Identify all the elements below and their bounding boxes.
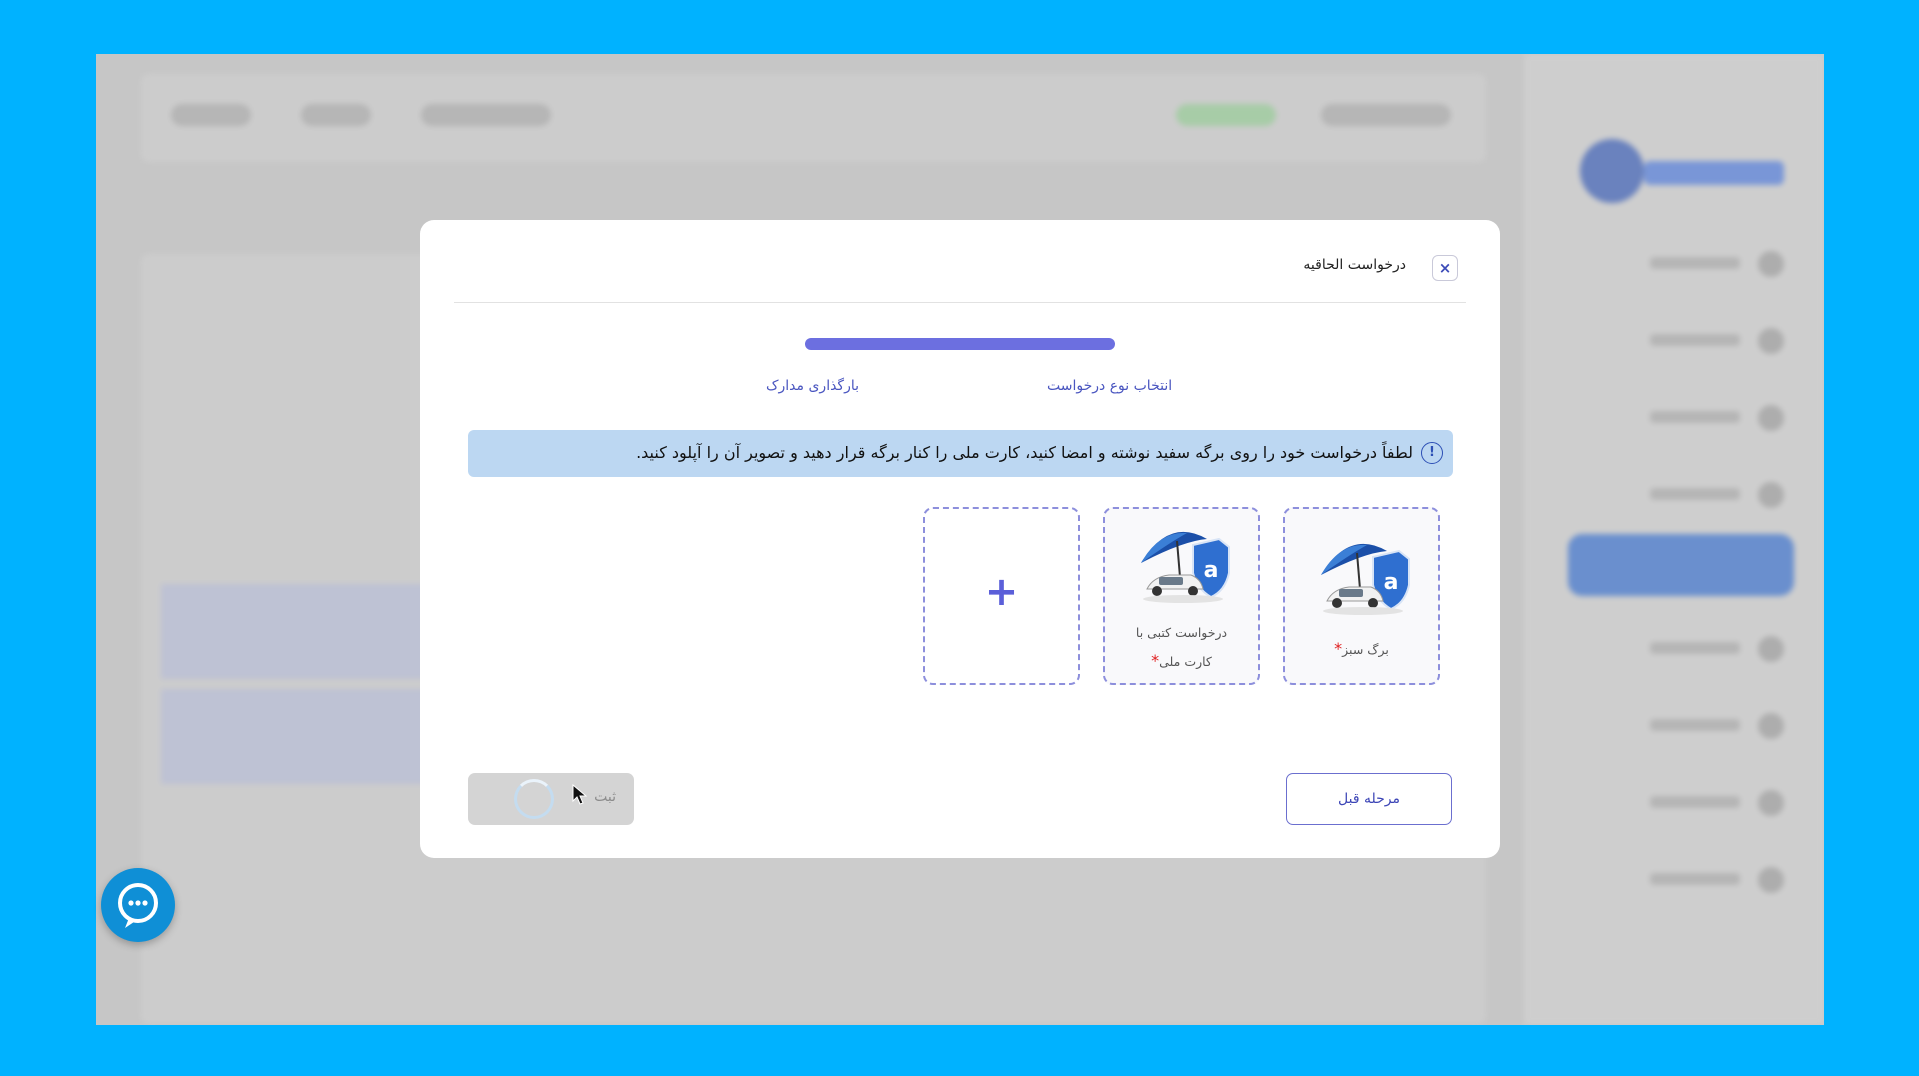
step-label-upload-documents: بارگذاری مدارک	[766, 378, 860, 394]
insurance-umbrella-car-image: a	[1141, 531, 1230, 603]
insurance-umbrella-car-image: a	[1321, 543, 1410, 615]
chat-icon	[118, 883, 158, 928]
close-icon[interactable]: ×	[1432, 255, 1458, 281]
add-document-button[interactable]: +	[923, 507, 1080, 685]
svg-text:a: a	[1384, 570, 1399, 595]
upload-green-card[interactable]: a برگ سبز*	[1283, 507, 1440, 685]
endorsement-request-modal: درخواست الحاقیه × انتخاب نوع درخواست بار…	[420, 220, 1500, 858]
background-sidebar	[1524, 54, 1824, 1025]
step-label-select-type: انتخاب نوع درخواست	[1047, 378, 1173, 394]
step-progress-bar	[805, 338, 1115, 350]
cursor-icon	[572, 784, 588, 805]
instruction-alert: ! لطفاً درخواست خود را روی برگه سفید نوش…	[468, 430, 1453, 477]
modal-header: درخواست الحاقیه ×	[454, 220, 1466, 303]
submit-button-label: ثبت	[594, 789, 616, 805]
modal-title: درخواست الحاقیه	[1303, 257, 1406, 273]
background-header	[141, 74, 1486, 162]
chat-button[interactable]	[101, 868, 175, 942]
alert-text: لطفاً درخواست خود را روی برگه سفید نوشته…	[636, 443, 1413, 462]
spinner-icon	[514, 779, 554, 819]
plus-icon: +	[984, 569, 1019, 615]
previous-step-button[interactable]: مرحله قبل	[1286, 773, 1452, 825]
written-request-caption-line2: کارت ملی*	[1151, 651, 1212, 670]
written-request-caption-line1: درخواست کتبی با	[1135, 625, 1228, 640]
info-icon: !	[1421, 442, 1443, 464]
svg-text:a: a	[1204, 558, 1219, 583]
green-card-caption: برگ سبز*	[1334, 639, 1389, 658]
submit-button[interactable]: ثبت	[468, 773, 634, 825]
upload-written-request[interactable]: a درخواست کتبی با کارت ملی*	[1103, 507, 1260, 685]
